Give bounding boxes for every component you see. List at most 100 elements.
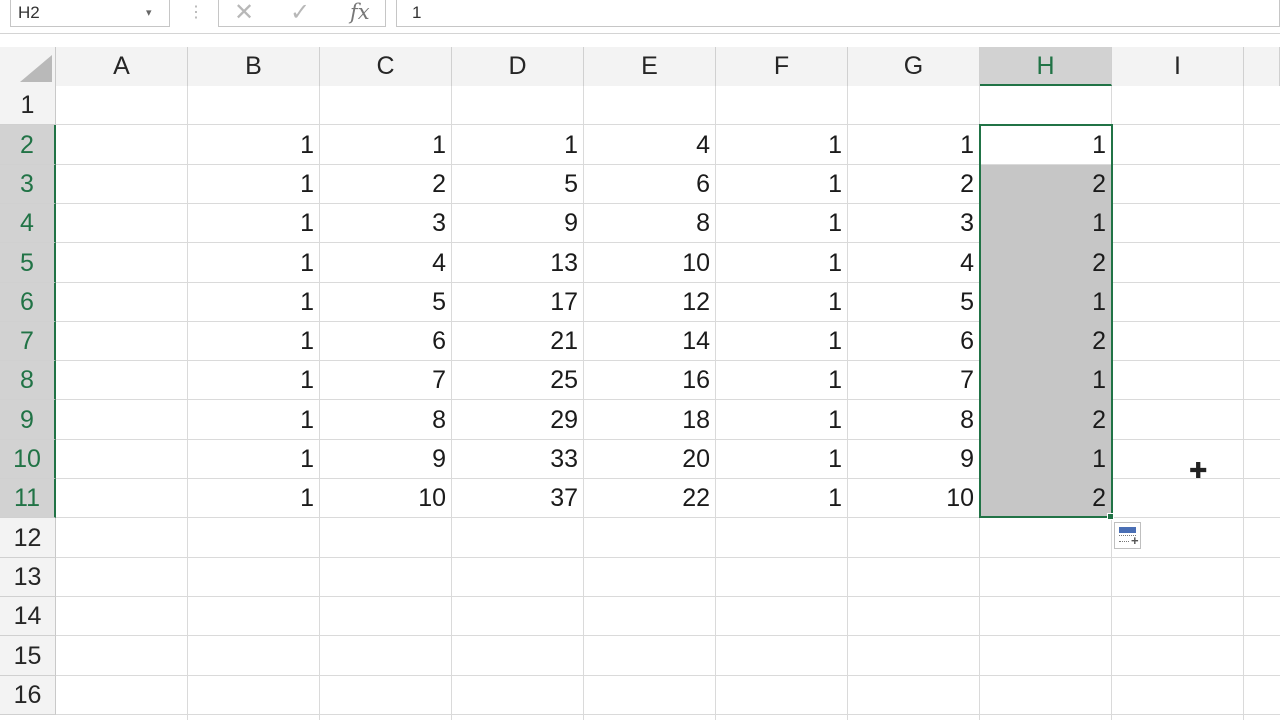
cell-f8[interactable]: 1 xyxy=(716,361,848,400)
enter-icon[interactable]: ✓ xyxy=(290,0,310,27)
row-header-12[interactable]: 12 xyxy=(0,518,56,558)
row-header-5[interactable]: 5 xyxy=(0,243,56,283)
cell-c4[interactable]: 3 xyxy=(320,204,452,243)
fill-handle[interactable] xyxy=(1107,513,1114,520)
row-header-13[interactable]: 13 xyxy=(0,558,56,597)
cell-b2[interactable]: 1 xyxy=(188,125,320,165)
row-header-2[interactable]: 2 xyxy=(0,125,56,165)
row-header-3[interactable]: 3 xyxy=(0,165,56,204)
cell-d7[interactable]: 21 xyxy=(452,322,584,361)
row-header-1[interactable]: 1 xyxy=(0,86,56,125)
cell-b9[interactable]: 1 xyxy=(188,400,320,440)
selection-border[interactable] xyxy=(979,124,1113,518)
cell-d5[interactable]: 13 xyxy=(452,243,584,283)
cell-d11[interactable]: 37 xyxy=(452,479,584,518)
cell-c2[interactable]: 1 xyxy=(320,125,452,165)
cell-c6[interactable]: 5 xyxy=(320,283,452,322)
cell-e2[interactable]: 4 xyxy=(584,125,716,165)
cell-e11[interactable]: 22 xyxy=(584,479,716,518)
cell-e9[interactable]: 18 xyxy=(584,400,716,440)
cell-g7[interactable]: 6 xyxy=(848,322,980,361)
cell-e4[interactable]: 8 xyxy=(584,204,716,243)
row-header-6[interactable]: 6 xyxy=(0,283,56,322)
formula-input[interactable] xyxy=(396,0,1280,27)
cell-g5[interactable]: 4 xyxy=(848,243,980,283)
grid-column-line xyxy=(1243,86,1244,720)
grid-row-line xyxy=(56,635,1280,636)
column-header-i[interactable]: I xyxy=(1112,47,1244,86)
row-header-15[interactable]: 15 xyxy=(0,636,56,676)
cell-f3[interactable]: 1 xyxy=(716,165,848,204)
cell-e8[interactable]: 16 xyxy=(584,361,716,400)
cell-b4[interactable]: 1 xyxy=(188,204,320,243)
cell-b6[interactable]: 1 xyxy=(188,283,320,322)
cell-f11[interactable]: 1 xyxy=(716,479,848,518)
cell-d3[interactable]: 5 xyxy=(452,165,584,204)
column-header-f[interactable]: F xyxy=(716,47,848,86)
cell-g6[interactable]: 5 xyxy=(848,283,980,322)
cell-b5[interactable]: 1 xyxy=(188,243,320,283)
cell-d2[interactable]: 1 xyxy=(452,125,584,165)
cell-c10[interactable]: 9 xyxy=(320,440,452,479)
name-box-value[interactable]: H2 xyxy=(18,3,40,23)
cell-g10[interactable]: 9 xyxy=(848,440,980,479)
row-header-10[interactable]: 10 xyxy=(0,440,56,479)
name-box-dropdown-icon[interactable]: ▾ xyxy=(146,6,152,19)
cell-e7[interactable]: 14 xyxy=(584,322,716,361)
column-header-g[interactable]: G xyxy=(848,47,980,86)
cell-c9[interactable]: 8 xyxy=(320,400,452,440)
cell-f10[interactable]: 1 xyxy=(716,440,848,479)
insert-function-icon[interactable]: fx xyxy=(350,0,370,24)
cell-c3[interactable]: 2 xyxy=(320,165,452,204)
cell-d9[interactable]: 29 xyxy=(452,400,584,440)
cell-b11[interactable]: 1 xyxy=(188,479,320,518)
column-header-h[interactable]: H xyxy=(980,47,1112,86)
cell-f2[interactable]: 1 xyxy=(716,125,848,165)
cell-d8[interactable]: 25 xyxy=(452,361,584,400)
cell-c8[interactable]: 7 xyxy=(320,361,452,400)
cell-b10[interactable]: 1 xyxy=(188,440,320,479)
column-header-d[interactable]: D xyxy=(452,47,584,86)
cell-f4[interactable]: 1 xyxy=(716,204,848,243)
column-header-a[interactable]: A xyxy=(56,47,188,86)
grid-row-line xyxy=(56,557,1280,558)
cell-g8[interactable]: 7 xyxy=(848,361,980,400)
cell-b3[interactable]: 1 xyxy=(188,165,320,204)
cell-e5[interactable]: 10 xyxy=(584,243,716,283)
quick-analysis-icon[interactable]: + xyxy=(1114,522,1141,549)
row-header-4[interactable]: 4 xyxy=(0,204,56,243)
cell-e6[interactable]: 12 xyxy=(584,283,716,322)
column-header-b[interactable]: B xyxy=(188,47,320,86)
cell-f6[interactable]: 1 xyxy=(716,283,848,322)
cell-d4[interactable]: 9 xyxy=(452,204,584,243)
cell-c5[interactable]: 4 xyxy=(320,243,452,283)
formula-value[interactable]: 1 xyxy=(412,3,421,23)
row-header-11[interactable]: 11 xyxy=(0,479,56,518)
select-all-icon[interactable] xyxy=(20,55,52,82)
row-header-16[interactable]: 16 xyxy=(0,676,56,715)
cancel-icon[interactable]: ✕ xyxy=(234,0,254,27)
cell-g9[interactable]: 8 xyxy=(848,400,980,440)
cell-f7[interactable]: 1 xyxy=(716,322,848,361)
cell-b7[interactable]: 1 xyxy=(188,322,320,361)
column-header-c[interactable]: C xyxy=(320,47,452,86)
cell-c11[interactable]: 10 xyxy=(320,479,452,518)
cell-c7[interactable]: 6 xyxy=(320,322,452,361)
row-header-14[interactable]: 14 xyxy=(0,597,56,636)
cell-f9[interactable]: 1 xyxy=(716,400,848,440)
row-header-8[interactable]: 8 xyxy=(0,361,56,400)
cell-g11[interactable]: 10 xyxy=(848,479,980,518)
cell-e10[interactable]: 20 xyxy=(584,440,716,479)
cell-g3[interactable]: 2 xyxy=(848,165,980,204)
cell-g2[interactable]: 1 xyxy=(848,125,980,165)
cell-d6[interactable]: 17 xyxy=(452,283,584,322)
cell-d10[interactable]: 33 xyxy=(452,440,584,479)
row-header-9[interactable]: 9 xyxy=(0,400,56,440)
column-header-e[interactable]: E xyxy=(584,47,716,86)
row-header-7[interactable]: 7 xyxy=(0,322,56,361)
cell-b8[interactable]: 1 xyxy=(188,361,320,400)
cell-e3[interactable]: 6 xyxy=(584,165,716,204)
formula-bar-resize-handle[interactable]: ⋮ xyxy=(188,2,204,22)
cell-f5[interactable]: 1 xyxy=(716,243,848,283)
cell-g4[interactable]: 3 xyxy=(848,204,980,243)
